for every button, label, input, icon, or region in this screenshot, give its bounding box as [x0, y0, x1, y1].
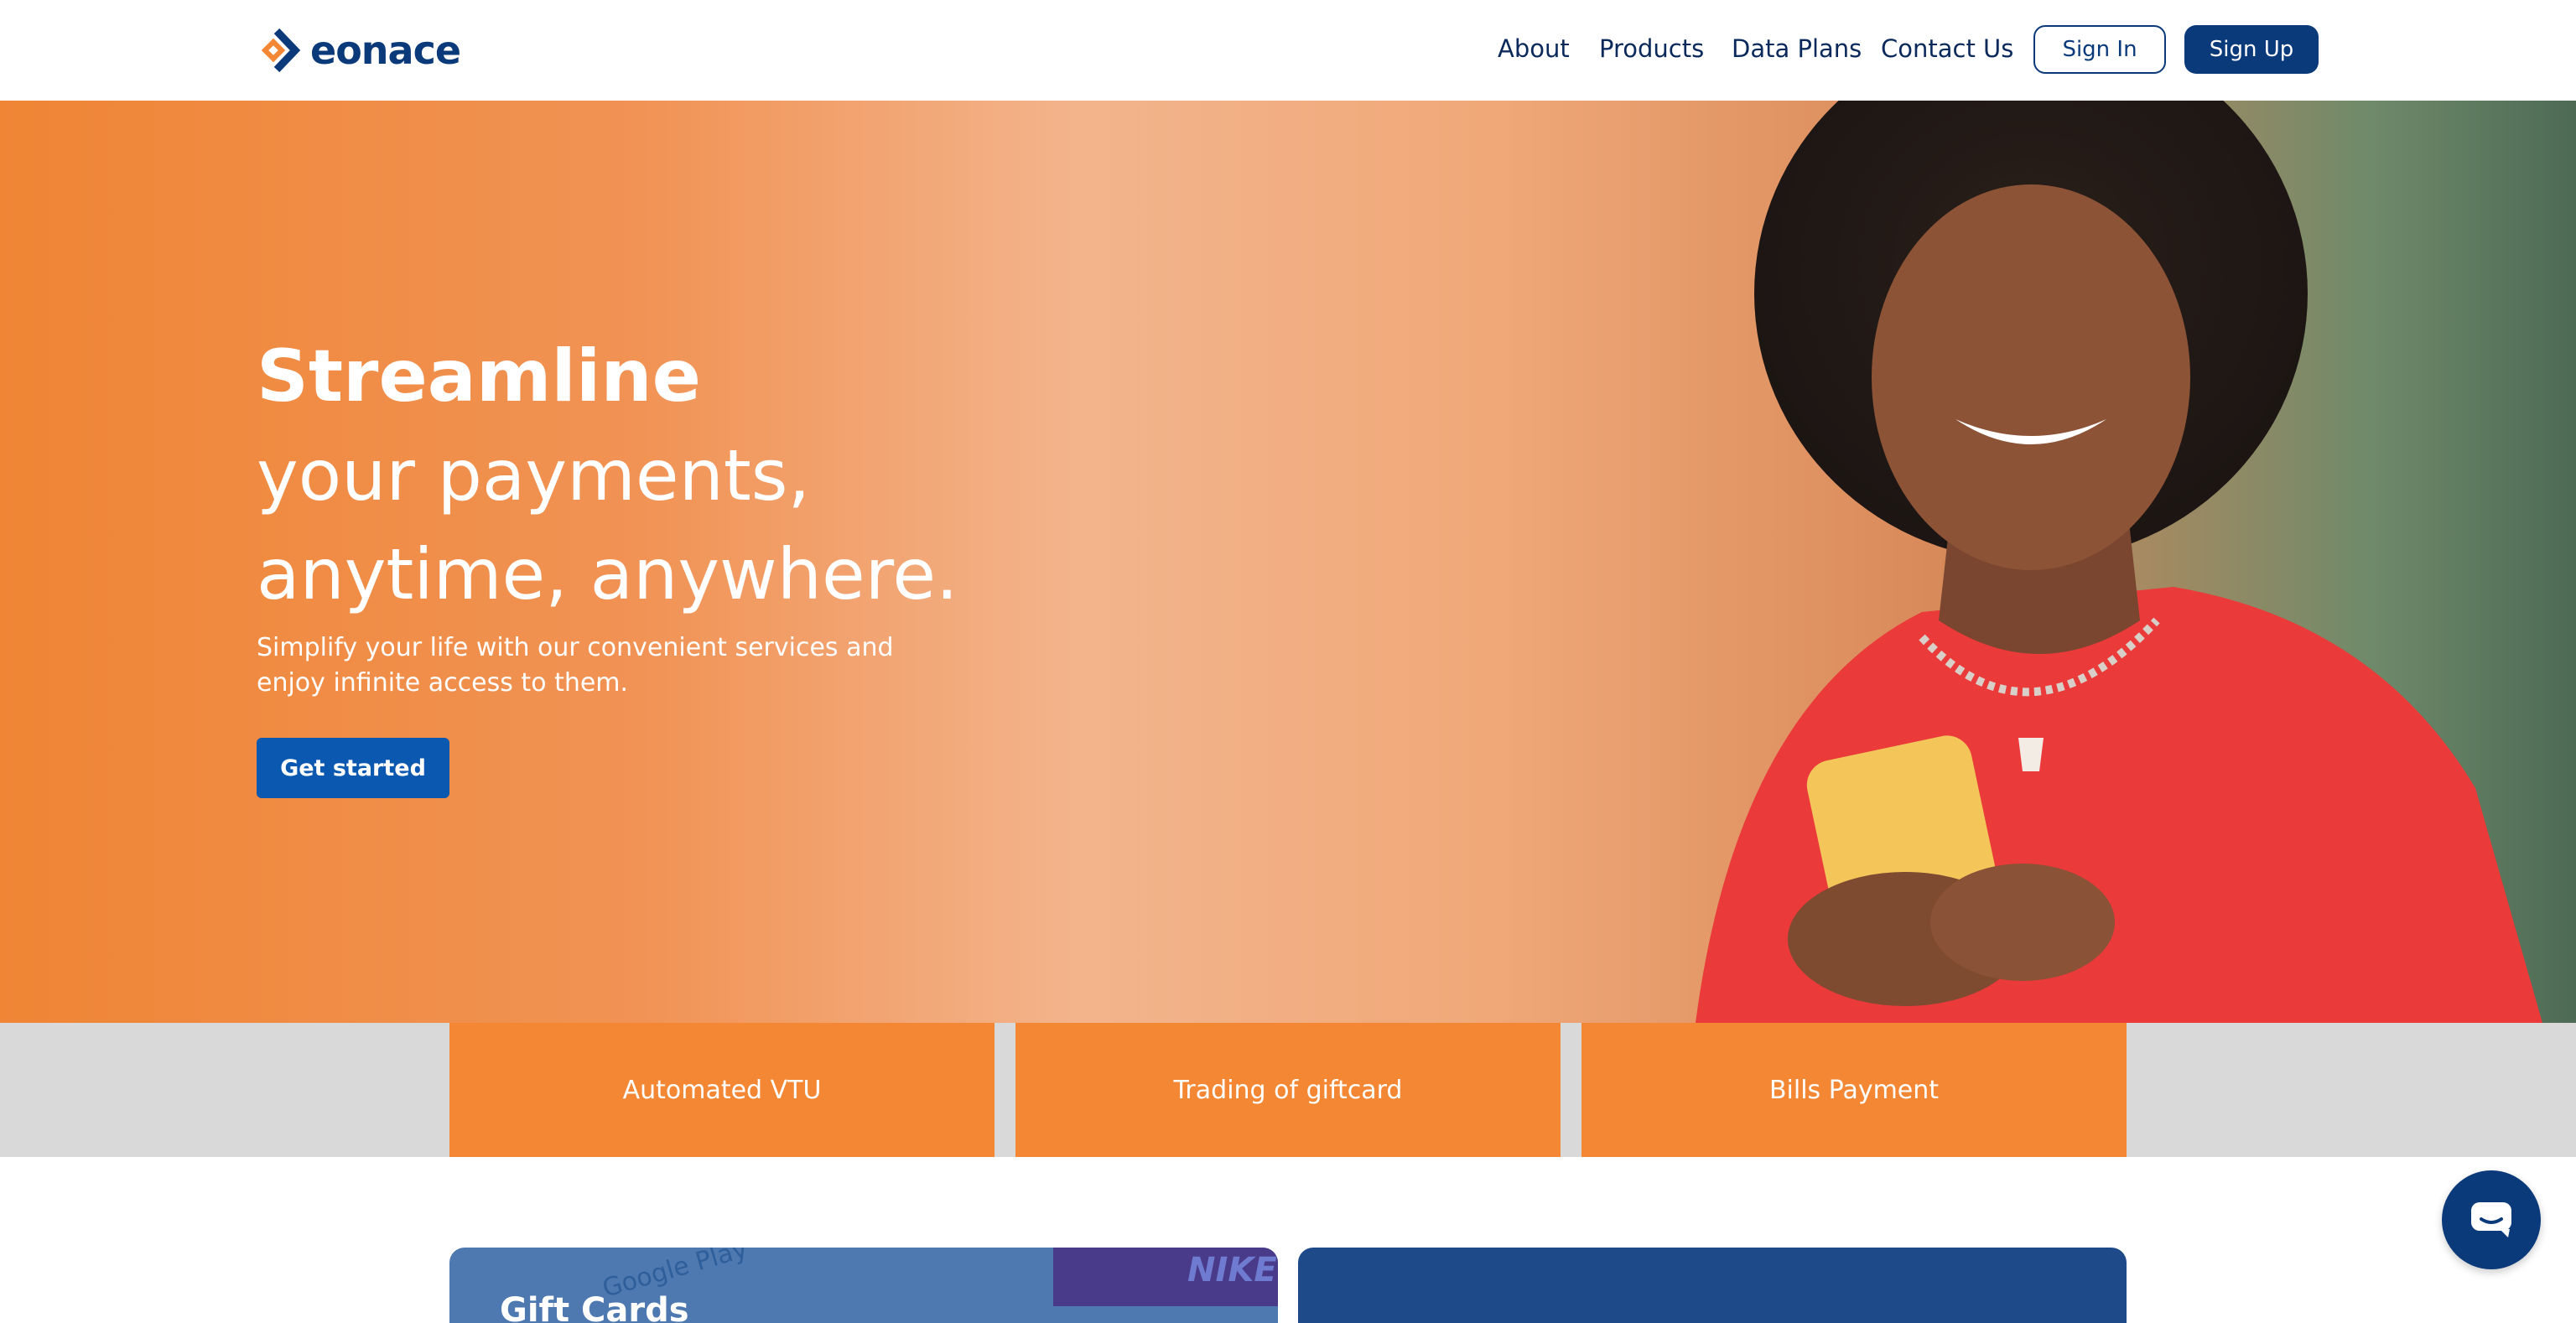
hero-heading: Streamline your payments, anytime, anywh… [257, 327, 958, 624]
hero-title-line-3: anytime, anywhere. [257, 533, 958, 615]
hero-woman-image [1696, 101, 2542, 1023]
gift-cards-card[interactable]: Google Play NIKE Gift Cards [449, 1248, 1278, 1323]
brand-name: eonace [310, 28, 461, 73]
brand-logo[interactable]: eonace [257, 25, 461, 75]
hero-title-strong: Streamline [257, 335, 701, 418]
hero-title-line-2: your payments, [257, 434, 811, 516]
sign-in-button[interactable]: Sign In [2033, 25, 2166, 74]
nav-link-about[interactable]: About [1498, 34, 1570, 63]
nav-link-data-plans[interactable]: Data Plans [1732, 34, 1862, 63]
top-nav: eonace About Products Data Plans Contact… [0, 0, 2576, 101]
hero-subtitle: Simplify your life with our convenient s… [257, 633, 894, 698]
service-tile-bills-payment[interactable]: Bills Payment [1581, 1023, 2127, 1157]
get-started-button[interactable]: Get started [257, 738, 449, 798]
chat-bubble-icon [2471, 1202, 2511, 1237]
gift-cards-title: Gift Cards [500, 1291, 689, 1323]
service-tile-giftcard[interactable]: Trading of giftcard [1015, 1023, 1561, 1157]
hero-section: Streamline your payments, anytime, anywh… [0, 101, 2576, 1023]
nav-link-contact-us[interactable]: Contact Us [1881, 34, 2013, 63]
service-tile-automated-vtu[interactable]: Automated VTU [449, 1023, 995, 1157]
chat-widget-button[interactable] [2442, 1170, 2541, 1269]
eonace-logo-icon [261, 28, 301, 73]
sign-up-button[interactable]: Sign Up [2184, 25, 2319, 74]
nike-logo-icon: NIKE [1187, 1251, 1277, 1289]
nav-link-products[interactable]: Products [1599, 34, 1704, 63]
promo-card[interactable] [1298, 1248, 2127, 1323]
